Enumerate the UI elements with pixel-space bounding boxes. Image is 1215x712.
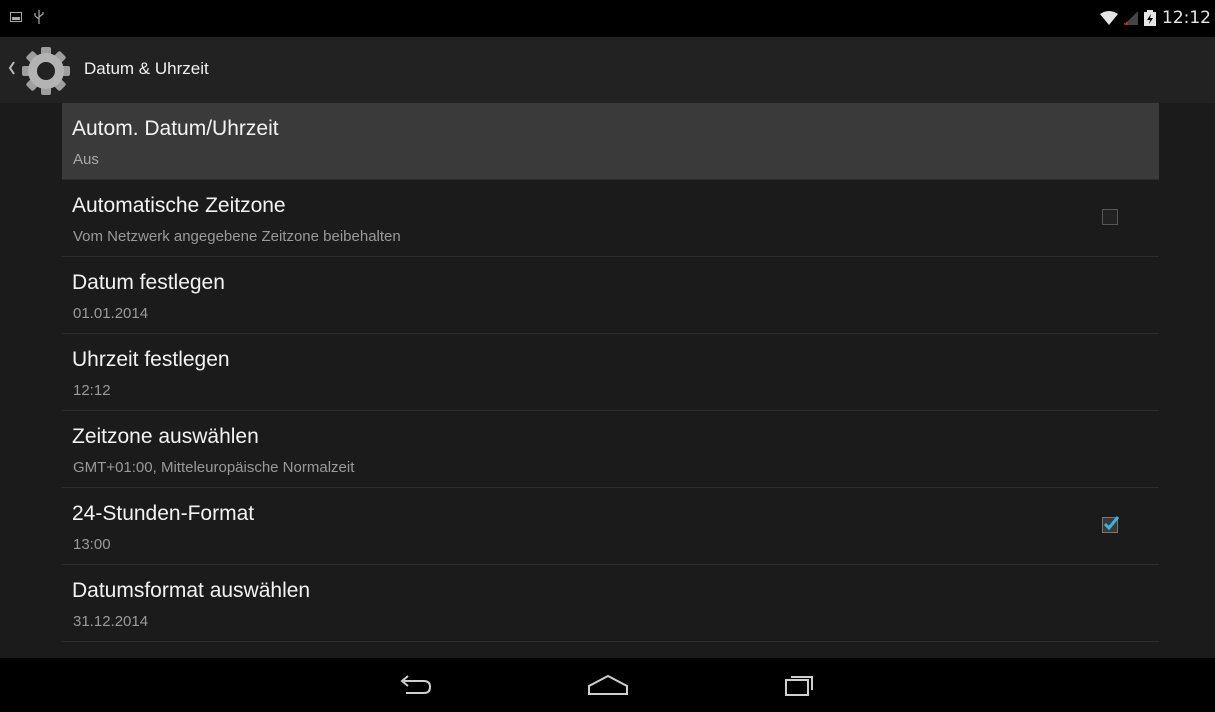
setting-summary: 12:12 — [73, 382, 111, 399]
auto-timezone-checkbox[interactable] — [1102, 209, 1118, 225]
chevron-left-icon — [8, 61, 15, 75]
navigation-bar — [0, 658, 1215, 712]
setting-summary: GMT+01:00, Mitteleuropäische Normalzeit — [73, 459, 355, 476]
settings-content: Autom. Datum/Uhrzeit Aus Automatische Ze… — [0, 103, 1215, 658]
setting-summary: 31.12.2014 — [73, 613, 149, 630]
status-clock: 12:12 — [1162, 8, 1211, 28]
setting-auto-date-time[interactable]: Autom. Datum/Uhrzeit Aus — [62, 103, 1159, 180]
setting-summary: 13:00 — [73, 536, 111, 553]
setting-auto-timezone[interactable]: Automatische Zeitzone Vom Netzwerk angeg… — [62, 180, 1159, 257]
setting-title: Datumsformat auswählen — [72, 579, 311, 602]
24-hour-format-checkbox[interactable] — [1102, 516, 1119, 533]
status-left-icons — [10, 10, 44, 24]
back-icon — [400, 675, 432, 694]
recent-apps-button[interactable] — [770, 668, 830, 702]
setting-title: Automatische Zeitzone — [72, 194, 286, 217]
setting-title: Uhrzeit festlegen — [72, 348, 230, 371]
setting-title: Datum festlegen — [72, 271, 225, 294]
setting-title: Autom. Datum/Uhrzeit — [72, 117, 279, 140]
settings-list: Autom. Datum/Uhrzeit Aus Automatische Ze… — [62, 103, 1159, 642]
setting-select-timezone[interactable]: Zeitzone auswählen GMT+01:00, Mitteleuro… — [62, 411, 1159, 488]
setting-title: Zeitzone auswählen — [72, 425, 259, 448]
setting-title: 24-Stunden-Format — [72, 502, 255, 525]
setting-set-time[interactable]: Uhrzeit festlegen 12:12 — [62, 334, 1159, 411]
setting-summary: 01.01.2014 — [73, 305, 149, 322]
setting-date-format[interactable]: Datumsformat auswählen 31.12.2014 — [62, 565, 1159, 642]
status-bar: 12:12 — [0, 0, 1215, 37]
back-button[interactable] — [385, 668, 445, 702]
home-button[interactable] — [578, 668, 638, 702]
recent-apps-icon — [785, 676, 813, 696]
usb-icon — [34, 10, 44, 24]
settings-gear-icon — [22, 47, 70, 95]
wifi-icon — [1100, 11, 1118, 25]
setting-24-hour-format[interactable]: 24-Stunden-Format 13:00 — [62, 488, 1159, 565]
setting-summary: Vom Netzwerk angegebene Zeitzone beibeha… — [73, 228, 401, 245]
action-bar: Datum & Uhrzeit — [0, 37, 1215, 103]
home-icon — [588, 674, 628, 695]
setting-summary: Aus — [73, 151, 99, 168]
screenshot-icon — [10, 12, 22, 22]
battery-icon — [1144, 10, 1156, 26]
status-right-icons: 12:12 — [1100, 8, 1211, 28]
signal-icon — [1124, 11, 1138, 25]
checkmark-icon — [1103, 516, 1119, 531]
page-title: Datum & Uhrzeit — [84, 59, 209, 78]
setting-set-date[interactable]: Datum festlegen 01.01.2014 — [62, 257, 1159, 334]
